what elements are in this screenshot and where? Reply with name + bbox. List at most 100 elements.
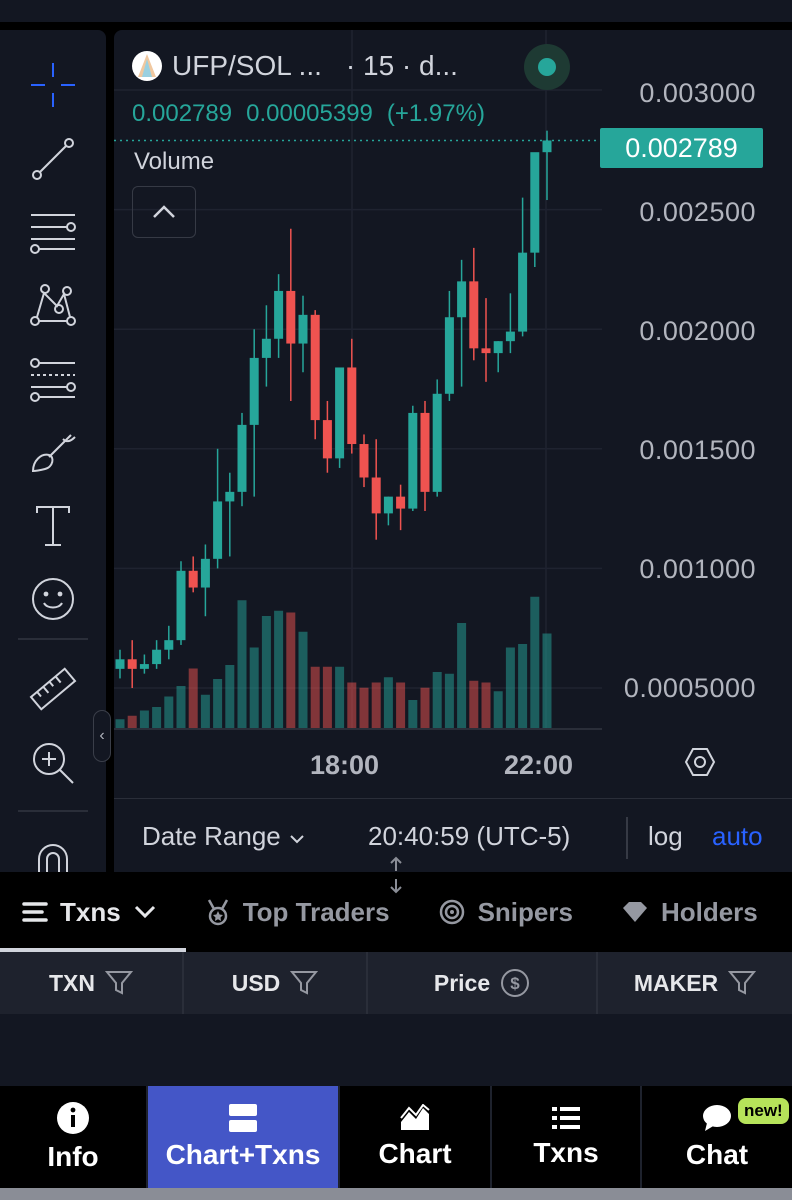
panel-resize-handle[interactable] [384,852,408,898]
column-label: MAKER [633,969,719,996]
column-header-price[interactable]: Price $ [368,952,598,1014]
price-axis-label: 0.002500 [639,197,756,227]
nav-txns[interactable]: Txns [492,1086,642,1188]
column-header-usd[interactable]: USD [184,952,368,1014]
column-label: Price [433,969,491,996]
change-percent: (+1.97%) [386,100,485,127]
volume-bar [225,665,235,728]
candle-body [347,367,357,445]
candle-body [298,314,308,344]
volume-indicator-label[interactable]: Volume [134,148,214,176]
volume-bar [444,673,454,728]
candle-body [188,570,198,588]
candle-body [396,496,406,509]
filter-icon[interactable] [290,970,319,996]
candle-body [127,659,137,669]
chevron-down-icon [290,835,304,844]
fib-retracement-tool-icon[interactable] [22,200,84,262]
column-label: TXN [49,969,95,996]
zoom-in-tool-icon[interactable] [22,732,84,794]
candle-body [274,290,284,339]
candle-body [359,444,369,478]
nav-chat[interactable]: Chat new! [642,1086,792,1188]
system-bottom-strip [0,1188,792,1200]
resize-arrows-icon [390,856,402,894]
volume-bar [371,682,381,728]
candle-body [469,281,479,349]
market-status-indicator[interactable] [524,44,570,90]
chat-icon [703,1105,731,1131]
volume-bar [322,666,332,728]
volume-bar [396,682,406,728]
price-axis-label: 0.001000 [639,554,756,584]
volume-bar [249,647,259,728]
price-axis-label: 0.002000 [639,316,756,346]
top-strip [0,0,792,22]
nav-info[interactable]: Info [0,1086,148,1188]
token-logo-icon [132,51,162,81]
log-scale-toggle[interactable]: log [648,821,683,852]
chart-frame: ‹ UFP/SOL ... · 15 · d... 0.002789 0.0000… [0,22,792,883]
timezone-clock[interactable]: 20:40:59 (UTC-5) [368,821,570,852]
tab-holders[interactable]: Holders [621,897,758,928]
candle-body [542,140,552,153]
symbol-legend[interactable]: UFP/SOL ... · 15 · d... [132,48,458,84]
candle-body [115,659,125,669]
volume-bar [383,677,393,728]
volume-bar [164,696,174,728]
text-tool-icon[interactable] [22,494,84,556]
filter-icon[interactable] [728,970,757,996]
volume-bar [213,679,223,728]
date-range-dropdown[interactable]: Date Range [142,821,306,852]
volume-bar [261,616,271,728]
column-header-txn[interactable]: TXN [0,952,184,1014]
prediction-tool-icon[interactable] [22,348,84,410]
time-axis-label: 18:00 [310,750,380,780]
volume-bar [481,682,491,728]
brush-tool-icon[interactable] [22,422,84,484]
candle-body [249,357,259,425]
chart-settings-button[interactable] [680,742,720,782]
tab-label: Txns [60,896,121,927]
tab-top-traders[interactable]: Top Traders [205,897,390,928]
auto-scale-toggle[interactable]: auto [712,821,763,852]
candle-body [261,338,271,358]
time-axis-label: 22:00 [504,750,574,780]
volume-bar [518,644,528,728]
tab-txns[interactable]: Txns [22,897,157,928]
trend-line-tool-icon[interactable] [22,128,84,190]
target-icon [439,899,464,925]
tab-snipers[interactable]: Snipers [438,897,573,928]
tab-label: Snipers [477,896,573,927]
legend-collapse-button[interactable] [132,186,196,238]
candle-body [530,152,540,253]
pattern-tool-icon[interactable] [22,274,84,336]
volume-bar [530,596,540,728]
symbol-name[interactable]: UFP/SOL ... [172,50,322,82]
nav-chart-txns[interactable]: Chart+Txns [148,1086,340,1188]
split-view-icon [229,1104,257,1132]
toolbar-collapse-button[interactable]: ‹ [93,710,111,762]
volume-bar [310,666,320,728]
column-header-maker[interactable]: MAKER [598,952,792,1014]
volume-bar [127,715,137,728]
nav-chart[interactable]: Chart [340,1086,492,1188]
txn-table-header: TXN USD Price $ MAKER [0,952,792,1014]
dollar-circle-icon[interactable]: $ [500,968,530,998]
diamond-icon [622,902,647,922]
ruler-tool-icon[interactable] [22,658,84,720]
chart-panel[interactable]: UFP/SOL ... · 15 · d... 0.002789 0.000053… [114,30,792,872]
filter-icon[interactable] [105,970,133,996]
crosshair-tool-icon[interactable] [22,54,84,116]
bottom-navigation: Info Chart+Txns Chart Txns Chat new! [0,1086,792,1188]
interval-label[interactable]: · 15 · d... [346,50,458,82]
candle-body [505,331,515,342]
txn-table-body [0,1014,792,1086]
candle-body [457,281,467,318]
candle-body [322,420,332,459]
toolbar-divider [18,810,88,812]
emoji-tool-icon[interactable] [22,568,84,630]
volume-bar [298,631,308,728]
volume-bar [347,682,357,728]
chevron-up-icon [153,205,175,218]
